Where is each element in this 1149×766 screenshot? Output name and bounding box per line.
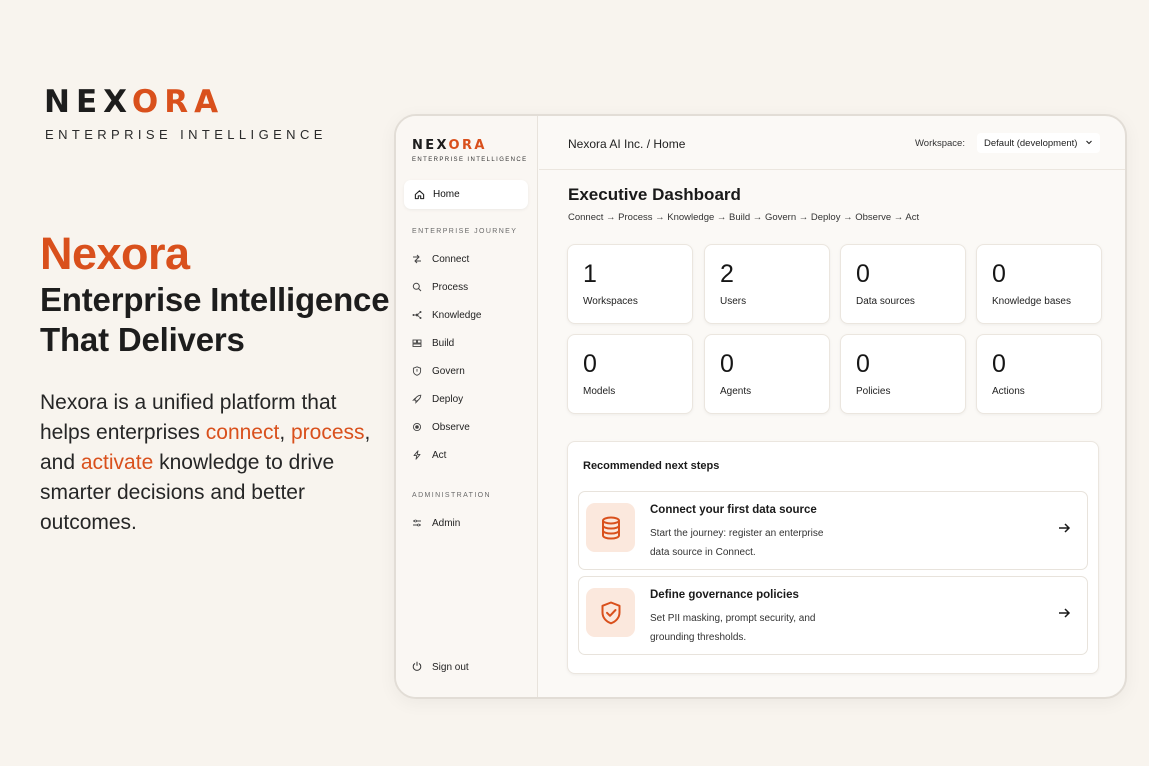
stat-label: Workspaces (583, 296, 638, 307)
stat-label: Models (583, 386, 616, 397)
stat-label: Policies (856, 386, 891, 397)
home-icon (414, 189, 425, 200)
power-icon (412, 661, 422, 674)
stat-label: Agents (720, 386, 752, 397)
hero-line-2: That Delivers (40, 321, 245, 358)
stat-card-actions[interactable]: 0 Actions (976, 334, 1102, 414)
stat-card-models[interactable]: 0 Models (567, 334, 693, 414)
blocks-icon (412, 338, 422, 348)
hero-line-1: Enterprise Intelligence (40, 281, 390, 318)
sidebar-item-act[interactable]: Act (412, 445, 530, 465)
step-define-governance[interactable]: Define governance policies Set PII maski… (578, 576, 1088, 655)
workspace-value: Default (development) (984, 137, 1078, 149)
main-content: Nexora AI Inc. / Home Workspace: Default… (539, 116, 1125, 697)
stat-value: 0 (720, 350, 734, 378)
sign-out-label: Sign out (432, 662, 469, 673)
sidebar-item-label: Govern (432, 365, 465, 377)
sidebar-item-label: Build (432, 337, 455, 349)
bolt-icon (412, 450, 422, 460)
keyword-activate: activate (80, 451, 154, 474)
network-icon (412, 310, 422, 320)
workspace-label: Workspace: (915, 138, 965, 149)
chevron-down-icon (1085, 138, 1093, 149)
sidebar: NEXORA ENTERPRISE INTELLIGENCE Home ENTE… (396, 116, 538, 697)
step-connect-data-source[interactable]: Connect your first data source Start the… (578, 491, 1088, 570)
sidebar-logo-dark: NEX (412, 138, 449, 153)
brand-logo-accent: ORA (131, 84, 225, 120)
hero-name: Nexora (40, 228, 190, 279)
arrow-right-icon[interactable] (1058, 606, 1071, 623)
sidebar-item-label: Admin (432, 517, 461, 529)
arrow-right-icon[interactable] (1058, 521, 1071, 538)
sidebar-item-label: Connect (432, 253, 470, 265)
stat-value: 1 (583, 260, 597, 288)
section-heading-administration: ADMINISTRATION (412, 492, 491, 499)
hero-description: Nexora is a unified platform that helps … (40, 388, 380, 538)
rocket-icon (412, 394, 422, 404)
shield-check-icon (586, 588, 635, 637)
stat-value: 0 (856, 350, 870, 378)
stat-label: Users (720, 296, 747, 307)
sliders-icon (412, 518, 422, 528)
sign-out-button[interactable]: Sign out (412, 661, 469, 674)
sidebar-item-admin[interactable]: Admin (412, 513, 530, 533)
search-icon (412, 282, 422, 292)
sidebar-item-label: Deploy (432, 393, 464, 405)
sidebar-logo-accent: ORA (448, 138, 487, 153)
sidebar-item-label: Observe (432, 421, 470, 433)
step-description: Set PII masking, prompt security, and gr… (650, 613, 816, 643)
stat-card-workspaces[interactable]: 1 Workspaces (567, 244, 693, 324)
stat-value: 0 (992, 260, 1006, 288)
stat-value: 0 (856, 260, 870, 288)
sidebar-tagline: ENTERPRISE INTELLIGENCE (412, 157, 528, 163)
stat-label: Actions (992, 386, 1025, 397)
stat-value: 0 (583, 350, 597, 378)
sidebar-item-knowledge[interactable]: Knowledge (412, 305, 530, 325)
stat-card-agents[interactable]: 0 Agents (704, 334, 830, 414)
stat-card-users[interactable]: 2 Users (704, 244, 830, 324)
sidebar-item-deploy[interactable]: Deploy (412, 389, 530, 409)
section-heading-journey: ENTERPRISE JOURNEY (412, 228, 518, 235)
eye-icon (412, 422, 422, 432)
stat-label: Data sources (856, 296, 915, 307)
breadcrumb: Nexora AI Inc. / Home (568, 137, 686, 151)
sidebar-item-label: Act (432, 449, 447, 461)
sidebar-item-home[interactable]: Home (404, 180, 528, 209)
stat-label: Knowledge bases (992, 296, 1071, 307)
journey-path: Connect → Process → Knowledge → Build → … (568, 212, 920, 223)
stat-card-policies[interactable]: 0 Policies (840, 334, 966, 414)
keyword-process: process (291, 421, 365, 444)
sidebar-item-label: Process (432, 281, 469, 293)
workspace-select[interactable]: Default (development) (977, 133, 1100, 153)
shield-icon (412, 366, 422, 376)
step-title: Define governance policies (650, 589, 799, 601)
brand-logo-dark: NEX (44, 84, 132, 120)
sidebar-item-connect[interactable]: Connect (412, 249, 530, 269)
database-icon (586, 503, 635, 552)
next-steps-panel: Recommended next steps Connect your firs… (567, 441, 1099, 674)
stat-card-knowledge-bases[interactable]: 0 Knowledge bases (976, 244, 1102, 324)
sidebar-item-observe[interactable]: Observe (412, 417, 530, 437)
step-description: Start the journey: register an enterpris… (650, 528, 824, 558)
sidebar-item-govern[interactable]: Govern (412, 361, 530, 381)
stat-card-data-sources[interactable]: 0 Data sources (840, 244, 966, 324)
keyword-connect: connect (205, 421, 280, 444)
page-title: Executive Dashboard (568, 185, 741, 204)
brand-tagline: ENTERPRISE INTELLIGENCE (45, 127, 327, 142)
stat-value: 2 (720, 260, 734, 288)
sidebar-item-build[interactable]: Build (412, 333, 530, 353)
connect-icon (412, 254, 422, 264)
hero-separator: , (279, 421, 291, 444)
step-title: Connect your first data source (650, 504, 817, 516)
stat-value: 0 (992, 350, 1006, 378)
topbar: Nexora AI Inc. / Home Workspace: Default… (539, 116, 1125, 170)
sidebar-item-process[interactable]: Process (412, 277, 530, 297)
sidebar-item-label: Home (433, 189, 460, 200)
next-steps-title: Recommended next steps (583, 460, 720, 472)
brand-logo: NEXORA (44, 84, 224, 120)
app-window: NEXORA ENTERPRISE INTELLIGENCE Home ENTE… (394, 114, 1127, 699)
sidebar-logo[interactable]: NEXORA (412, 138, 487, 153)
sidebar-item-label: Knowledge (432, 309, 482, 321)
